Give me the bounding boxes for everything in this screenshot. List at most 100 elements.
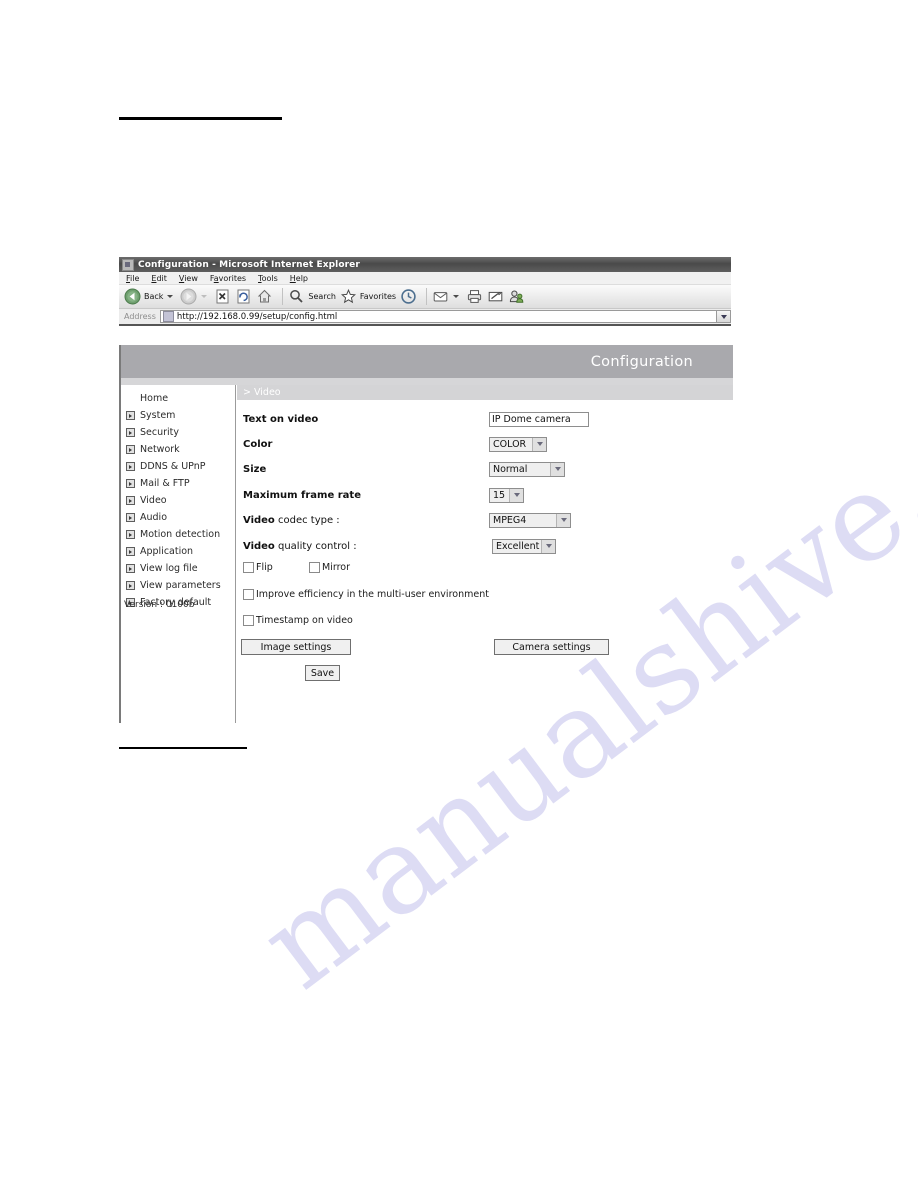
search-button[interactable]: Search [288,288,336,305]
sidebar-item-video[interactable]: Video [121,492,235,509]
page-banner: Configuration [121,345,733,378]
home-button[interactable] [256,288,273,305]
edit-icon [488,291,503,302]
menu-item-help[interactable]: Help [290,274,308,283]
address-input[interactable]: http://192.168.0.99/setup/config.html [159,310,717,323]
frame-rate-select[interactable]: 15 [489,487,524,503]
bullet-arrow-icon [126,581,135,590]
codec-type-select[interactable]: MPEG4 [489,512,571,528]
refresh-button[interactable] [235,288,252,305]
back-arrow-icon [124,288,141,305]
sidebar-item-ddns-upnp[interactable]: DDNS & UPnP [121,458,235,475]
sidebar-item-view-log-file[interactable]: View log file [121,560,235,577]
image-settings-button[interactable]: Image settings [241,639,351,655]
mail-dropdown-caret[interactable] [453,295,460,298]
frame-rate-select-value: 15 [493,489,506,501]
edit-button[interactable] [487,288,504,305]
sidebar-item-label: View log file [140,563,198,574]
row-color: Color COLOR [237,433,733,455]
menu-item-view[interactable]: View [179,274,198,283]
history-button[interactable] [400,288,417,305]
browser-toolbar: Back Search Favorites [119,285,731,309]
address-dropdown-button[interactable] [717,310,731,323]
bullet-arrow-icon [126,445,135,454]
mirror-label: Mirror [322,562,350,573]
timestamp-checkbox[interactable] [243,615,254,626]
camera-config-page: Configuration Home System Security Netwo… [119,345,733,723]
sidebar-item-label: Video [140,495,167,506]
flip-label: Flip [256,562,273,573]
application-icon [122,258,134,271]
sidebar-item-view-parameters[interactable]: View parameters [121,577,235,594]
page-favicon-icon [162,311,174,322]
color-select[interactable]: COLOR [489,436,547,452]
favorites-button[interactable]: Favorites [340,288,396,305]
flip-checkbox-row[interactable]: Flip [243,562,273,573]
search-label: Search [308,292,336,301]
banner-strip [121,378,733,385]
sidebar-item-mail-ftp[interactable]: Mail & FTP [121,475,235,492]
mail-icon [433,292,448,302]
refresh-icon [237,289,250,304]
mirror-checkbox[interactable] [309,562,320,573]
messenger-button[interactable] [508,288,525,305]
improve-efficiency-checkbox-row[interactable]: Improve efficiency in the multi-user env… [243,589,489,600]
size-select[interactable]: Normal [489,461,565,477]
bullet-arrow-icon [126,513,135,522]
label-video-quality-control: Video quality control : [243,540,357,552]
sidebar-item-motion-detection[interactable]: Motion detection [121,526,235,543]
sidebar-item-audio[interactable]: Audio [121,509,235,526]
browser-address-bar: Address http://192.168.0.99/setup/config… [119,309,731,326]
color-select-value: COLOR [493,438,527,450]
sidebar-item-label: Home [140,393,169,404]
improve-efficiency-checkbox[interactable] [243,589,254,600]
camera-settings-button[interactable]: Camera settings [494,639,609,655]
codec-type-select-value: MPEG4 [493,514,527,526]
back-dropdown-caret[interactable] [167,295,174,298]
bullet-arrow-icon [126,428,135,437]
address-label: Address [124,312,156,321]
print-button[interactable] [466,288,483,305]
menu-item-edit[interactable]: Edit [151,274,167,283]
browser-window: Configuration - Microsoft Internet Explo… [119,257,731,345]
row-codec-type: Video codec type : MPEG4 [237,509,733,531]
messenger-icon [509,290,524,303]
menu-item-file[interactable]: File [126,274,139,283]
flip-checkbox[interactable] [243,562,254,573]
sidebar-item-network[interactable]: Network [121,441,235,458]
sidebar-item-label: Network [140,444,180,455]
sidebar-item-label: DDNS & UPnP [140,461,206,472]
address-url-text: http://192.168.0.99/setup/config.html [176,311,338,322]
config-content: > Video Text on video Color COLOR Size N… [237,385,733,723]
search-icon [290,289,304,303]
print-icon [467,290,482,303]
sidebar-item-label: Motion detection [140,529,221,540]
timestamp-label: Timestamp on video [256,615,353,626]
menu-item-tools[interactable]: Tools [258,274,278,283]
star-icon [340,288,356,304]
quality-control-select[interactable]: Excellent [492,538,556,554]
save-button[interactable]: Save [305,665,340,681]
chevron-down-icon [541,539,555,553]
stop-button[interactable] [214,288,231,305]
page-rule-bottom [119,747,247,749]
browser-menu-bar: File Edit View Favorites Tools Help [119,272,731,285]
sidebar-item-application[interactable]: Application [121,543,235,560]
row-size: Size Normal [237,458,733,480]
chevron-down-icon [509,488,523,502]
improve-efficiency-label: Improve efficiency in the multi-user env… [256,589,489,600]
bullet-arrow-icon [126,479,135,488]
sidebar-item-system[interactable]: System [121,407,235,424]
mail-button[interactable] [432,288,462,305]
section-title: > Video [243,387,281,398]
sidebar-item-home[interactable]: Home [121,390,235,407]
text-on-video-input[interactable] [489,411,589,427]
back-button[interactable]: Back [124,288,176,305]
size-select-value: Normal [493,463,528,475]
mirror-checkbox-row[interactable]: Mirror [309,562,350,573]
sidebar-item-security[interactable]: Security [121,424,235,441]
menu-item-favorites[interactable]: Favorites [210,274,246,283]
favorites-label: Favorites [359,292,397,301]
timestamp-checkbox-row[interactable]: Timestamp on video [243,615,353,626]
label-video-codec-type: Video codec type : [243,514,340,526]
